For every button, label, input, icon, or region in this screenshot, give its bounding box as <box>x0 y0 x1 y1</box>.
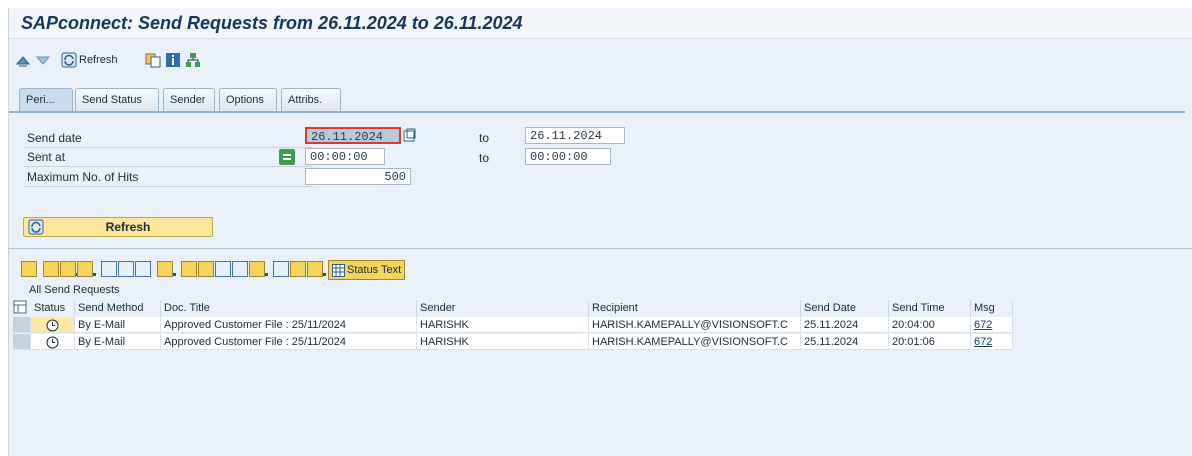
refresh-toolbar-button[interactable]: Refresh <box>61 50 118 70</box>
sent-at-label: Sent at <box>27 150 66 164</box>
search-next-icon[interactable] <box>232 261 248 277</box>
export-icon[interactable] <box>290 261 306 277</box>
sort-icon[interactable] <box>77 261 96 277</box>
status-text-label: Status Text <box>347 264 402 276</box>
column-header-msg[interactable]: Msg <box>971 300 1013 316</box>
expand-all-button[interactable] <box>15 50 31 70</box>
refresh-icon <box>28 219 44 235</box>
info-icon <box>165 52 181 68</box>
send-date-cell: 25.11.2024 <box>801 317 889 333</box>
refresh-icon <box>61 52 77 68</box>
column-header-send-time[interactable]: Send Time <box>889 300 971 316</box>
msg-cell: 672 <box>971 334 1013 350</box>
msg-cell: 672 <box>971 317 1013 333</box>
tab-period[interactable]: Peri... <box>19 88 73 111</box>
clock-icon <box>46 319 59 332</box>
copy-icon <box>145 52 161 68</box>
send-method-cell: By E-Mail <box>75 334 161 350</box>
grid-header-row: Status Send Method Doc. Title Sender Rec… <box>13 300 1013 316</box>
trash-icon[interactable] <box>118 261 134 277</box>
column-header-status[interactable]: Status <box>31 300 75 316</box>
status-cell <box>31 334 75 350</box>
msg-link[interactable]: 672 <box>974 336 992 348</box>
tab-send-status[interactable]: Send Status <box>75 88 159 111</box>
row-divider <box>23 147 313 148</box>
send-date-from-field[interactable]: 26.11.2024 <box>305 127 401 144</box>
sent-at-to-field[interactable]: 00:00:00 <box>525 148 611 165</box>
tab-attribs[interactable]: Attribs. <box>281 88 341 111</box>
sender-cell: HARISHK <box>417 317 589 333</box>
expand-down-icon <box>35 52 51 68</box>
sap-window: SAPconnect: Send Requests from 26.11.202… <box>8 8 1192 456</box>
refresh-button[interactable]: Refresh <box>23 217 213 237</box>
column-header-send-date[interactable]: Send Date <box>801 300 889 316</box>
max-hits-label: Maximum No. of Hits <box>27 170 139 184</box>
tab-strip: Peri... Send Status Sender Options Attri… <box>17 88 1187 112</box>
expand-up-icon <box>15 52 31 68</box>
find-dropdown-icon[interactable] <box>60 261 79 277</box>
send-date-to-label: to <box>479 131 490 145</box>
column-header-sender[interactable]: Sender <box>417 300 589 316</box>
selection-option-icon[interactable] <box>279 149 295 165</box>
calendar-picker-icon[interactable] <box>402 128 418 144</box>
filter-icon[interactable] <box>249 261 268 277</box>
send-date-cell: 25.11.2024 <box>801 334 889 350</box>
grid-title: All Send Requests <box>29 284 120 296</box>
select-all-icon[interactable] <box>13 300 29 316</box>
sent-at-from-field[interactable]: 00:00:00 <box>305 148 385 165</box>
table-icon <box>332 263 345 277</box>
msg-link[interactable]: 672 <box>974 319 992 331</box>
send-date-to-field[interactable]: 26.11.2024 <box>525 127 625 144</box>
table-row[interactable]: By E-Mail Approved Customer File : 25/11… <box>13 334 1013 350</box>
column-header-doc-title[interactable]: Doc. Title <box>161 300 417 316</box>
recipient-cell: HARISH.KAMEPALLY@VISIONSOFT.C <box>589 334 801 350</box>
row-divider <box>23 186 313 187</box>
hierarchy-icon <box>185 52 201 68</box>
table-row[interactable]: By E-Mail Approved Customer File : 25/11… <box>13 317 1013 333</box>
refresh-toolbar-label: Refresh <box>79 54 118 66</box>
doc-title-cell: Approved Customer File : 25/11/2024 <box>161 317 417 333</box>
print-icon[interactable] <box>273 261 289 277</box>
sort-ascending-icon[interactable] <box>181 261 197 277</box>
delete-icon[interactable] <box>101 261 117 277</box>
status-text-button[interactable]: Status Text <box>328 260 406 280</box>
refresh-button-label: Refresh <box>105 220 151 234</box>
column-header-recipient[interactable]: Recipient <box>589 300 801 316</box>
sender-cell: HARISHK <box>417 334 589 350</box>
send-date-label: Send date <box>27 131 82 145</box>
clock-icon[interactable] <box>135 261 151 277</box>
copy-button[interactable] <box>145 50 161 70</box>
row-selector[interactable] <box>13 317 31 333</box>
recipient-cell: HARISH.KAMEPALLY@VISIONSOFT.C <box>589 317 801 333</box>
details-icon[interactable] <box>21 261 37 277</box>
hierarchy-button[interactable] <box>185 50 201 70</box>
send-time-cell: 20:04:00 <box>889 317 971 333</box>
send-time-cell: 20:01:06 <box>889 334 971 350</box>
tab-options[interactable]: Options <box>219 88 277 111</box>
title-bar: SAPconnect: Send Requests from 26.11.202… <box>9 8 1192 39</box>
check-icon[interactable] <box>157 261 176 277</box>
sort-descending-icon[interactable] <box>198 261 214 277</box>
page-title: SAPconnect: Send Requests from 26.11.202… <box>21 13 523 33</box>
column-header-send-method[interactable]: Send Method <box>75 300 161 316</box>
search-icon[interactable] <box>215 261 231 277</box>
alv-toolbar: Status Text <box>21 260 406 280</box>
max-hits-field[interactable]: 500 <box>305 168 411 185</box>
sent-at-to-label: to <box>479 151 490 165</box>
row-divider <box>23 166 313 167</box>
status-cell <box>31 317 75 333</box>
send-method-cell: By E-Mail <box>75 317 161 333</box>
row-selector[interactable] <box>13 334 31 350</box>
clock-icon <box>46 336 59 349</box>
info-button[interactable] <box>165 50 181 70</box>
layout-icon[interactable] <box>307 261 326 277</box>
application-toolbar: Refresh <box>9 46 1192 74</box>
section-separator <box>9 248 1192 249</box>
tab-sender[interactable]: Sender <box>163 88 215 111</box>
collapse-all-button[interactable] <box>35 50 51 70</box>
find-icon[interactable] <box>43 261 59 277</box>
doc-title-cell: Approved Customer File : 25/11/2024 <box>161 334 417 350</box>
